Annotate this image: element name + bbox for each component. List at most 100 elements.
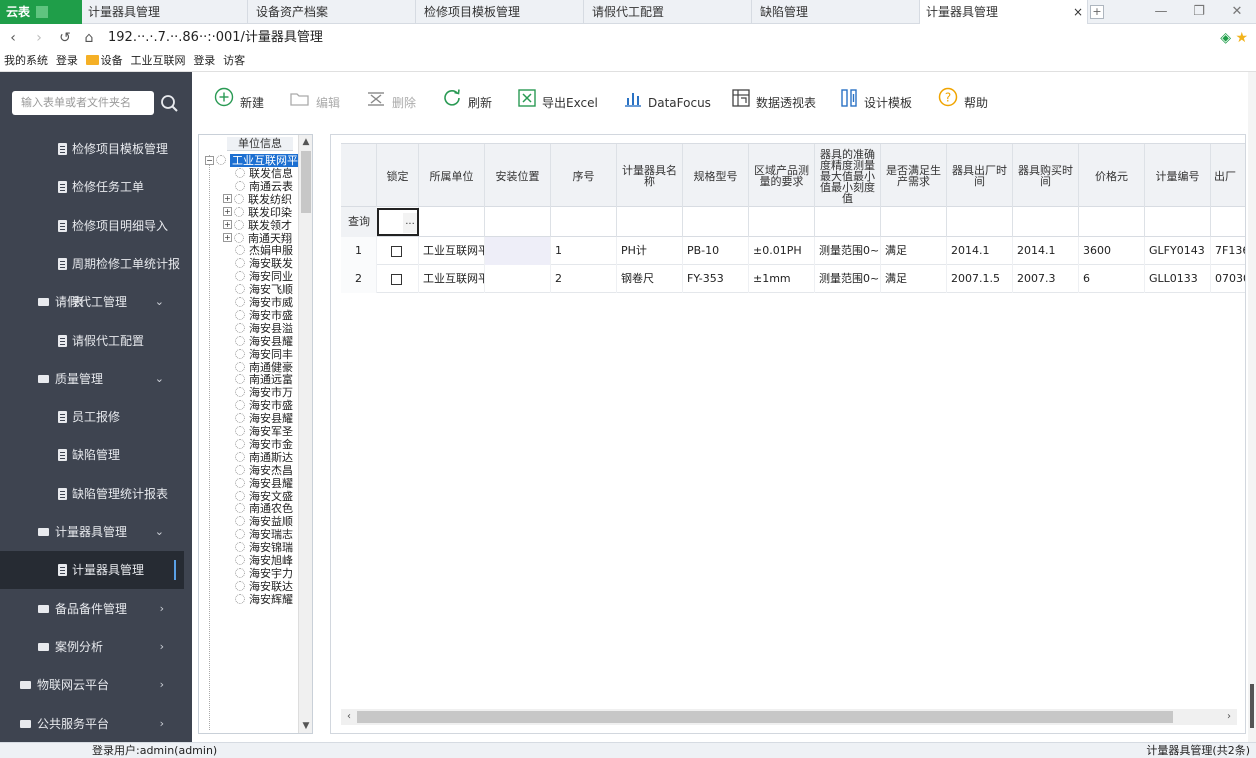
ellipsis-icon[interactable]: ... (403, 213, 417, 233)
table-cell[interactable]: 2007.3 (1013, 265, 1079, 293)
column-header[interactable]: 价格元 (1079, 144, 1145, 208)
table-cell[interactable]: PB-10 (683, 237, 749, 265)
table-cell[interactable]: 工业互联网平 (419, 237, 485, 265)
pivot-table-button[interactable]: 数据透视表 (732, 84, 816, 122)
export-excel-button[interactable]: 导出Excel (518, 84, 598, 122)
edit-button[interactable]: 编辑 (290, 84, 340, 122)
column-header[interactable]: 器具购买时间 (1013, 144, 1079, 208)
app-logo[interactable]: 云表 (0, 0, 82, 24)
table-cell[interactable]: 2007.1.5 (947, 265, 1013, 293)
url-field[interactable]: 192.··.·.7.··.86··:·001/计量器具管理 (108, 29, 323, 47)
design-template-button[interactable]: 设计模板 (840, 84, 912, 122)
tree-node[interactable]: 海安辉耀 (235, 593, 293, 606)
tree-node[interactable]: 南通斯达 (235, 451, 293, 464)
tree-node[interactable]: 海安杰昌 (235, 464, 293, 477)
column-header[interactable]: 出厂 (1211, 144, 1245, 208)
tree-node[interactable]: 联发信息 (235, 167, 293, 180)
scroll-right-icon[interactable]: › (1221, 709, 1237, 725)
browser-tab[interactable]: 计量器具管理 (82, 0, 248, 24)
table-cell[interactable]: 3600 (1079, 237, 1145, 265)
scroll-down-icon[interactable]: ▼ (299, 719, 312, 733)
chevron-down-icon[interactable]: ⌄ (155, 283, 164, 321)
query-filter-cell[interactable] (881, 207, 947, 237)
chevron-down-icon[interactable]: ⌄ (155, 513, 164, 551)
tree-node[interactable]: + 南通天翔 (223, 232, 292, 245)
sidebar-item-leave-config[interactable]: 请假代工配置 (0, 322, 184, 360)
tree-node[interactable]: 海安军圣 (235, 425, 293, 438)
chevron-right-icon[interactable]: › (160, 628, 164, 666)
table-row[interactable]: 2 工业互联网平 2 钢卷尺 FY-353 ±1mm 测量范围0~1 满足 2007.1.5 20… (341, 265, 1245, 293)
table-cell[interactable]: 钢卷尺 (617, 265, 683, 293)
column-header[interactable]: 区域产品测量的要求 (749, 144, 815, 208)
tree-node[interactable]: + 联发纺织 (223, 193, 292, 206)
table-cell[interactable]: ±1mm (749, 265, 815, 293)
row-number[interactable]: 2 (341, 265, 377, 293)
chevron-right-icon[interactable]: › (160, 705, 164, 743)
tree-node[interactable]: 海安市盛 (235, 399, 293, 412)
table-cell[interactable]: 07030 (1211, 265, 1245, 293)
sidebar-item-case-folder[interactable]: 案例分析 › (0, 628, 184, 666)
query-filter-cell[interactable] (1079, 207, 1145, 237)
table-cell[interactable] (485, 237, 551, 265)
column-header[interactable]: 计量编号 (1145, 144, 1211, 208)
sidebar-item-defect-report[interactable]: 缺陷管理统计报表 (0, 475, 184, 513)
grid-horizontal-scrollbar[interactable]: ‹ › (341, 709, 1237, 725)
query-filter-cell[interactable] (815, 207, 881, 237)
table-cell[interactable]: FY-353 (683, 265, 749, 293)
column-header[interactable]: 序号 (551, 144, 617, 208)
sidebar-item-leave-folder[interactable]: 请假代工管理 ⌄ (0, 283, 184, 321)
window-close-icon[interactable]: ✕ (1218, 0, 1256, 24)
query-filter-cell[interactable] (749, 207, 815, 237)
table-cell[interactable]: 满足 (881, 237, 947, 265)
tree-root-node[interactable]: − 工业互联网平 (205, 154, 300, 167)
browser-tab[interactable]: 缺陷管理 (754, 0, 920, 24)
tree-node[interactable]: 海安同业 (235, 270, 293, 283)
browser-tab-active[interactable]: 计量器具管理 (920, 0, 1088, 24)
chevron-down-icon[interactable]: ⌄ (155, 360, 164, 398)
close-tab-icon[interactable]: × (1070, 0, 1086, 24)
table-cell[interactable]: 1 (551, 237, 617, 265)
column-header[interactable]: 安装位置 (485, 144, 551, 208)
help-button[interactable]: ? 帮助 (938, 84, 988, 122)
forward-icon[interactable]: › (30, 29, 48, 47)
expand-icon[interactable]: + (223, 233, 232, 242)
datafocus-button[interactable]: DataFocus (624, 84, 711, 122)
sidebar-item-meter-folder[interactable]: 计量器具管理 ⌄ (0, 513, 184, 551)
sidebar-item-import[interactable]: 检修项目明细导入 (0, 207, 184, 245)
table-cell[interactable]: 2014.1 (947, 237, 1013, 265)
expand-icon[interactable]: + (223, 220, 232, 230)
table-cell[interactable]: 2014.1 (1013, 237, 1079, 265)
refresh-button[interactable]: 刷新 (442, 84, 492, 122)
column-header[interactable]: 计量器具名称 (617, 144, 683, 208)
tree-node[interactable]: 海安瑞志 (235, 528, 293, 541)
table-cell[interactable]: 7F136 (1211, 237, 1245, 265)
table-cell[interactable]: GLL0133 (1145, 265, 1211, 293)
favorite-star-icon[interactable]: ★ (1235, 30, 1248, 46)
browser-tab[interactable]: 请假代工配置 (586, 0, 752, 24)
tree-node[interactable]: 杰娟申服 (235, 244, 293, 257)
bookmark-item[interactable]: 登录 (56, 52, 78, 72)
expand-icon[interactable]: + (223, 207, 232, 217)
chevron-right-icon[interactable]: › (160, 590, 164, 628)
tree-node[interactable]: 海安同丰 (235, 348, 293, 361)
lock-checkbox[interactable] (391, 245, 402, 257)
sidebar-item-report[interactable]: 周期检修工单统计报表 (0, 245, 184, 309)
query-lock-filter-input[interactable]: ... (377, 208, 419, 236)
scroll-left-icon[interactable]: ‹ (341, 709, 357, 725)
tree-node[interactable]: 海安锦瑞 (235, 541, 293, 554)
reload-icon[interactable]: ↺ (56, 29, 74, 47)
table-cell[interactable]: ±0.01PH (749, 237, 815, 265)
page-scroll-thumb[interactable] (1250, 684, 1254, 728)
tree-node[interactable]: 海安联达 (235, 580, 293, 593)
table-row[interactable]: 1 工业互联网平 1 PH计 PB-10 ±0.01PH 测量范围0~1 满足 2014.1 20… (341, 237, 1245, 265)
bookmark-item[interactable]: 访客 (223, 52, 245, 72)
table-cell[interactable]: GLFY0143 (1145, 237, 1211, 265)
lock-cell[interactable] (377, 237, 419, 265)
scroll-up-icon[interactable]: ▲ (299, 135, 312, 149)
tree-node[interactable]: 海安市威 (235, 296, 293, 309)
column-header[interactable]: 器具出厂时间 (947, 144, 1013, 208)
query-filter-cell[interactable] (683, 207, 749, 237)
new-button[interactable]: 新建 (214, 84, 264, 122)
bookmark-item[interactable]: 登录 (193, 52, 215, 72)
page-scrollbar[interactable] (1248, 72, 1256, 742)
